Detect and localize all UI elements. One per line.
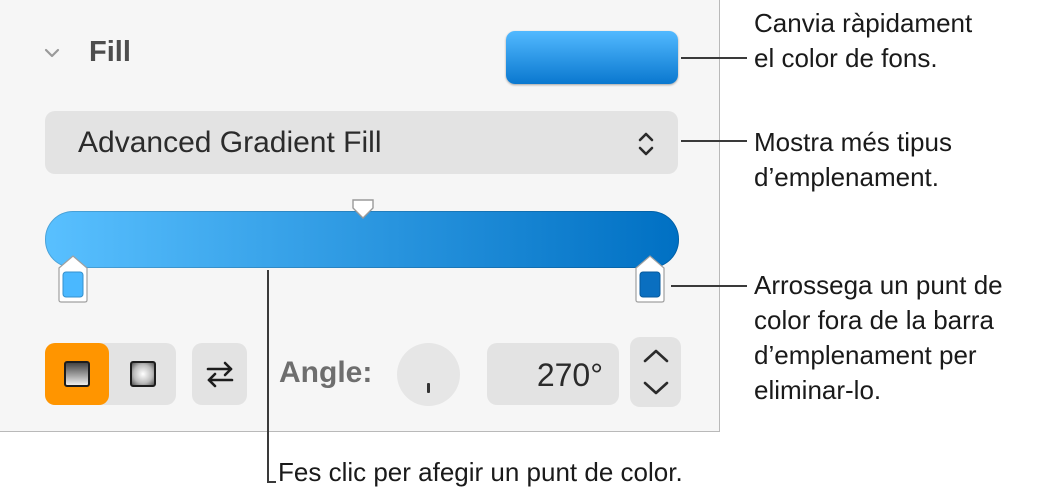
callout-line-add-stop-horizontal [267,481,276,483]
linear-gradient-icon [64,361,90,387]
fill-color-well[interactable] [506,31,678,84]
angle-stepper[interactable] [630,337,681,407]
callout-line-fill-type [681,140,747,142]
up-down-arrows-icon [638,132,654,156]
angle-knob[interactable] [397,343,460,406]
callout-text-line: d’emplenament per [754,340,977,370]
swap-arrows-icon [206,361,234,388]
callout-text-line: Fes clic per afegir un punt de color. [278,457,683,487]
radial-gradient-icon [130,361,156,387]
callout-fill-type: Mostra més tipus d’emplenament. [754,125,952,195]
callout-text-line: Arrossega un punt de [754,270,1003,300]
callout-text-line: Canvia ràpidament [754,8,973,38]
callout-text-line: eliminar-lo. [754,375,882,405]
radial-gradient-button[interactable] [111,343,175,405]
fill-inspector-panel: Fill Advanced Gradient Fill Angle: 270° [0,0,720,432]
callout-line-add-stop-vertical [267,270,269,482]
angle-value-field[interactable]: 270° [487,343,619,405]
callout-color-well: Canvia ràpidament el color de fons. [754,6,972,76]
angle-label: Angle: [279,356,373,389]
angle-knob-indicator [427,383,430,393]
fill-section-title: Fill [89,36,131,68]
fill-type-value: Advanced Gradient Fill [78,126,382,159]
stepper-down-icon[interactable] [641,379,671,397]
callout-line-color-well [681,57,747,59]
color-stop-end[interactable] [633,254,667,304]
gradient-type-segmented-control [45,343,176,405]
linear-gradient-button[interactable] [45,343,109,405]
chevron-down-icon[interactable] [43,46,61,60]
color-stop-start[interactable] [56,254,90,304]
callout-text-line: d’emplenament. [754,162,939,192]
callout-line-remove-stop [671,285,747,287]
callout-text-line: Mostra més tipus [754,127,952,157]
angle-value: 270° [536,357,603,393]
callout-add-stop: Fes clic per afegir un punt de color. [278,455,683,490]
fill-type-select[interactable]: Advanced Gradient Fill [45,111,678,174]
callout-text-line: color fora de la barra [754,305,994,335]
stepper-up-icon[interactable] [641,347,671,365]
gradient-midpoint-handle[interactable] [351,198,375,220]
callout-remove-stop: Arrossega un punt de color fora de la ba… [754,268,1003,408]
callout-text-line: el color de fons. [754,43,938,73]
reverse-gradient-button[interactable] [192,343,247,405]
